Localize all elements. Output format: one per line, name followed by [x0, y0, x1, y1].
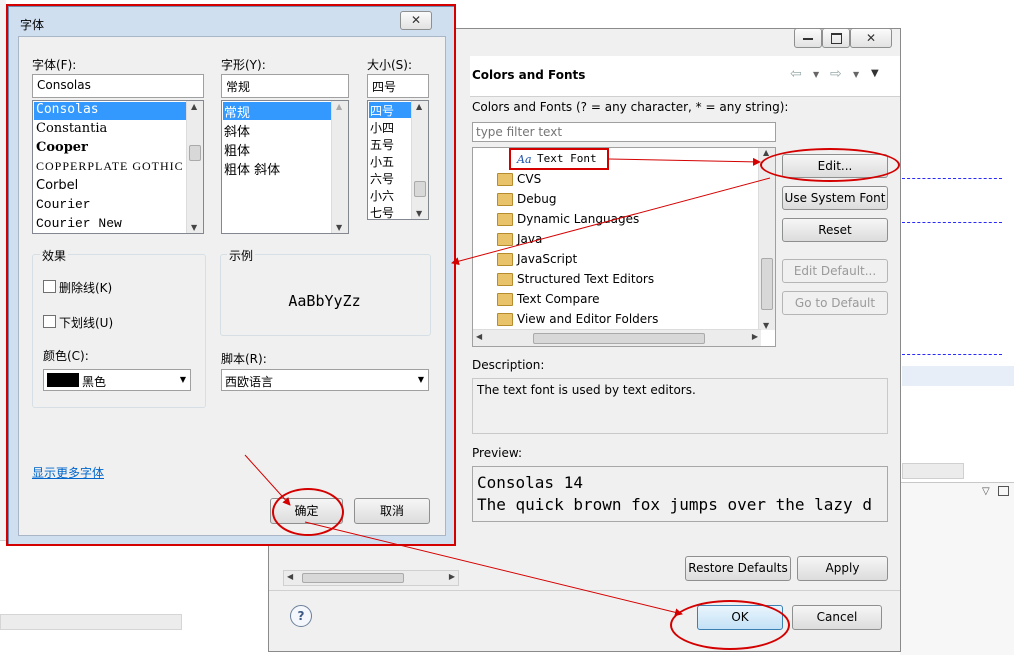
- arrow-textfont-to-edit: [608, 157, 761, 166]
- arrow-edit-to-fontdialog: [451, 177, 771, 266]
- arrow-font-ok-to-ok: [304, 521, 683, 617]
- arrow-down-to-font-ok: [244, 454, 291, 506]
- annotation-arrows: [244, 157, 771, 617]
